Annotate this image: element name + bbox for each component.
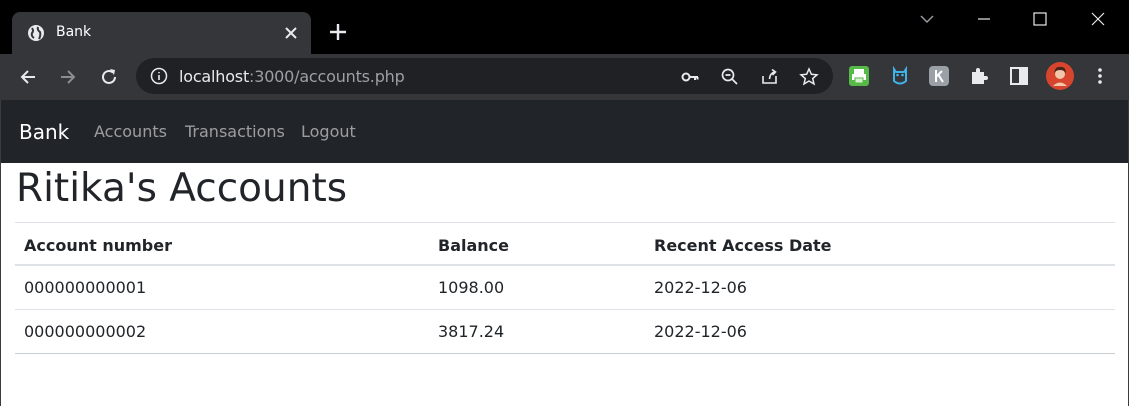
minimize-icon[interactable]	[973, 8, 995, 30]
tab-title: Bank	[56, 24, 92, 40]
column-header-account-number: Account number	[24, 236, 172, 255]
page-title: Ritika's Accounts	[16, 166, 348, 211]
url-host: localhost	[179, 67, 250, 86]
printer-extension-icon[interactable]	[848, 65, 870, 87]
table-row: 000000000001 1098.00 2022-12-06	[15, 266, 1115, 310]
browser-titlebar: Bank	[0, 0, 1129, 54]
nav-link-logout[interactable]: Logout	[301, 122, 356, 141]
accounts-table: Account number Balance Recent Access Dat…	[15, 222, 1115, 354]
chevron-down-icon[interactable]	[916, 8, 938, 30]
balance-cell: 1098.00	[438, 278, 505, 297]
balance-cell: 3817.24	[438, 322, 505, 341]
browser-toolbar: localhost:3000/accounts.php	[0, 54, 1129, 100]
site-navbar: Bank Accounts Transactions Logout	[0, 100, 1129, 163]
plus-icon[interactable]	[327, 21, 349, 43]
owl-extension-icon[interactable]	[889, 65, 911, 87]
recent-access-date-cell: 2022-12-06	[654, 322, 747, 341]
puzzle-icon[interactable]	[968, 65, 990, 87]
account-number-cell: 000000000001	[24, 278, 147, 297]
account-number-cell: 000000000002	[24, 322, 147, 341]
k-extension-icon[interactable]	[928, 65, 950, 87]
key-icon[interactable]	[680, 67, 700, 87]
forward-icon[interactable]	[57, 66, 79, 88]
close-icon[interactable]	[282, 24, 300, 42]
info-icon[interactable]	[150, 67, 168, 85]
reload-icon[interactable]	[98, 66, 120, 88]
column-header-recent-access-date: Recent Access Date	[654, 236, 832, 255]
sidepanel-icon[interactable]	[1008, 65, 1030, 87]
globe-icon	[28, 25, 44, 41]
recent-access-date-cell: 2022-12-06	[654, 278, 747, 297]
avatar[interactable]	[1046, 62, 1074, 90]
back-icon[interactable]	[17, 66, 39, 88]
window-border-left	[0, 100, 1, 406]
column-header-balance: Balance	[438, 236, 509, 255]
url-text[interactable]: localhost:3000/accounts.php	[179, 67, 405, 86]
table-header-row: Account number Balance Recent Access Dat…	[15, 222, 1115, 266]
brand-link[interactable]: Bank	[19, 120, 69, 144]
more-icon[interactable]	[1089, 65, 1111, 87]
star-icon[interactable]	[799, 67, 819, 87]
table-row: 000000000002 3817.24 2022-12-06	[15, 310, 1115, 354]
window-close-icon[interactable]	[1087, 8, 1109, 30]
zoom-out-icon[interactable]	[720, 67, 740, 87]
url-path: :3000/accounts.php	[249, 67, 405, 86]
browser-tab[interactable]: Bank	[12, 12, 311, 54]
address-bar[interactable]: localhost:3000/accounts.php	[136, 58, 833, 94]
nav-link-accounts[interactable]: Accounts	[94, 122, 167, 141]
maximize-icon[interactable]	[1029, 8, 1051, 30]
nav-link-transactions[interactable]: Transactions	[185, 122, 285, 141]
share-icon[interactable]	[760, 67, 780, 87]
